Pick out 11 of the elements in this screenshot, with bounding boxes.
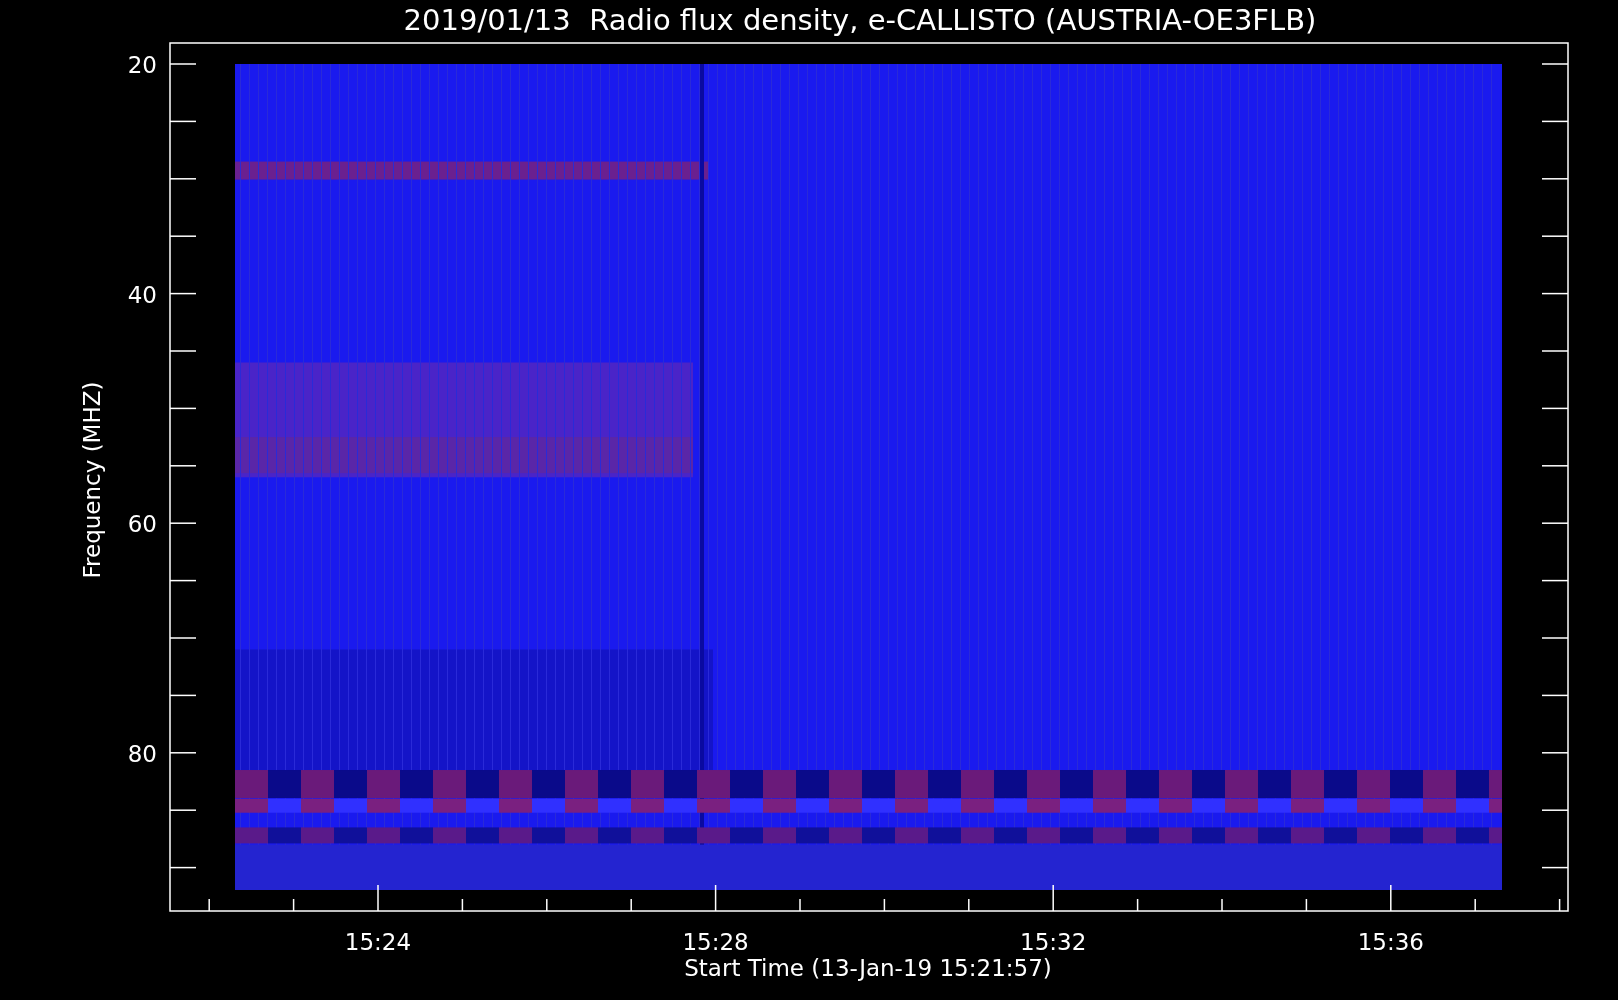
x-tick-label: 15:36 xyxy=(1357,929,1424,955)
x-axis-label: Start Time (13-Jan-19 15:21:57) xyxy=(684,955,1052,981)
y-tick-label: 60 xyxy=(127,511,157,538)
x-tick-label: 15:24 xyxy=(344,929,412,955)
y-tick-label: 40 xyxy=(127,281,157,308)
y-tick-label: 80 xyxy=(127,740,157,767)
y-axis-label: Frequency (MHZ) xyxy=(79,381,105,579)
y-tick-label: 20 xyxy=(127,52,157,78)
plot-title: 2019/01/13 Radio flux density, e-CALLISTO (AUSTRIA-OE3FLB) xyxy=(403,3,1317,37)
x-tick-label: 15:28 xyxy=(682,929,749,955)
x-tick-label: 15:32 xyxy=(1020,929,1087,955)
